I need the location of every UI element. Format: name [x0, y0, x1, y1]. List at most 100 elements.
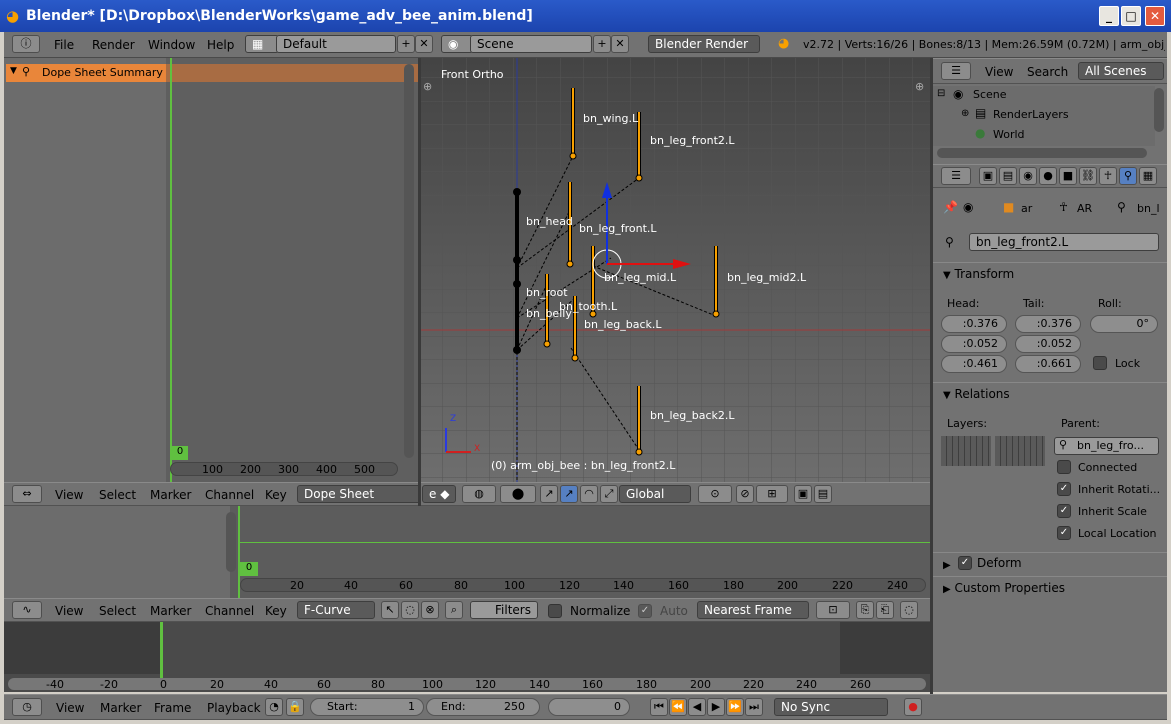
graph-menu-key[interactable]: Key — [265, 604, 287, 618]
graph-mode-select[interactable]: F-Curve — [297, 601, 375, 619]
timeline-menu-frame[interactable]: Frame — [154, 701, 191, 715]
outliner-menu-view[interactable]: View — [985, 65, 1013, 79]
bone-layers-grid-a[interactable] — [941, 436, 991, 466]
dopesheet-menu-key[interactable]: Key — [265, 488, 287, 502]
jump-start-icon[interactable]: ⏮ — [650, 698, 668, 716]
ghost-curves-icon[interactable]: ◌ — [900, 601, 918, 619]
local-location-checkbox[interactable]: ✓ — [1057, 526, 1071, 540]
add-scene-icon[interactable]: + — [593, 35, 611, 53]
roll-field[interactable]: 0° — [1090, 315, 1158, 333]
connected-checkbox[interactable] — [1057, 460, 1071, 474]
outliner-menu-search[interactable]: Search — [1027, 65, 1068, 79]
tab-layers-icon[interactable]: ▤ — [999, 167, 1017, 185]
transform-panel-header[interactable]: ▼ Transform — [933, 262, 1167, 284]
region-toggle-icon[interactable]: ⊕ — [915, 80, 924, 93]
record-icon[interactable]: ● — [904, 698, 922, 716]
copy-keys-icon[interactable]: ⎘ — [856, 601, 874, 619]
tab-scene-icon[interactable]: ◉ — [1019, 167, 1037, 185]
add-screen-icon[interactable]: + — [397, 35, 415, 53]
outliner-item-scene[interactable]: Scene — [973, 88, 1007, 101]
scale-manipulator-icon[interactable]: ⤢ — [600, 485, 618, 503]
bone-name-field[interactable]: bn_leg_front2.L — [969, 233, 1159, 251]
scene-icon[interactable]: ◉ — [441, 35, 473, 53]
rotate-manipulator-icon[interactable]: ◠ — [580, 485, 598, 503]
tab-render-icon[interactable]: ▣ — [979, 167, 997, 185]
graph-current-frame-line[interactable] — [160, 622, 163, 678]
tab-constraints-icon[interactable]: ⛓ — [1079, 167, 1097, 185]
dopesheet-vscrollbar[interactable] — [404, 64, 414, 458]
pivot-point-icon[interactable]: ⬤ — [500, 485, 536, 503]
editor-type-timeline-icon[interactable]: ◷ — [12, 698, 42, 716]
timeline-menu-marker[interactable]: Marker — [100, 701, 141, 715]
outliner-hscrollbar[interactable] — [937, 148, 1147, 158]
tab-object-icon[interactable]: ■ — [1059, 167, 1077, 185]
start-frame-field[interactable]: Start: 1 — [310, 698, 424, 716]
editor-type-properties-icon[interactable]: ☰ — [941, 167, 971, 185]
scene-select[interactable]: Scene — [470, 35, 592, 53]
menu-window[interactable]: Window — [148, 38, 195, 52]
dopesheet-menu-marker[interactable]: Marker — [150, 488, 191, 502]
jump-prev-key-icon[interactable]: ⏪ — [669, 698, 687, 716]
timeline-hscrollbar[interactable] — [240, 578, 926, 592]
end-frame-field[interactable]: End: 250 — [426, 698, 540, 716]
timeline-vscrollbar[interactable] — [226, 512, 236, 572]
editor-type-graph-icon[interactable]: ∿ — [12, 601, 42, 619]
tab-texture-icon[interactable]: ▦ — [1139, 167, 1157, 185]
timeline-region[interactable]: 0 20 40 60 80 100 120 140 160 180 200 22… — [4, 506, 930, 598]
preview-range-icon[interactable]: ◔ — [265, 698, 283, 716]
graph-menu-marker[interactable]: Marker — [150, 604, 191, 618]
editor-type-info-icon[interactable]: ⓘ — [12, 35, 40, 53]
area-divider[interactable] — [418, 58, 421, 506]
graph-menu-view[interactable]: View — [55, 604, 83, 618]
play-reverse-icon[interactable]: ◀ — [688, 698, 706, 716]
editor-type-dopesheet-icon[interactable]: ⇔ — [12, 485, 42, 503]
lock-range-icon[interactable]: 🔒 — [286, 698, 304, 716]
dopesheet-keyframe-region[interactable]: 0 100 200 300 400 500 — [166, 58, 418, 482]
jump-end-icon[interactable]: ⏭ — [745, 698, 763, 716]
inherit-scale-checkbox[interactable]: ✓ — [1057, 504, 1071, 518]
menu-help[interactable]: Help — [207, 38, 234, 52]
maximize-button[interactable]: □ — [1121, 6, 1141, 26]
tab-armature-icon[interactable]: ☥ — [1099, 167, 1117, 185]
graph-menu-channel[interactable]: Channel — [205, 604, 254, 618]
dopesheet-mode-select[interactable]: Dope Sheet — [297, 485, 421, 503]
menu-render[interactable]: Render — [92, 38, 135, 52]
bone-layers-grid-b[interactable] — [995, 436, 1045, 466]
custom-properties-panel-header[interactable]: ▶ Custom Properties — [933, 576, 1167, 598]
shading-select-icon[interactable]: ◍ — [462, 485, 496, 503]
dopesheet-menu-channel[interactable]: Channel — [205, 488, 254, 502]
menu-file[interactable]: File — [54, 38, 74, 52]
render-still-icon[interactable]: ▣ — [794, 485, 812, 503]
close-button[interactable]: ✕ — [1145, 6, 1165, 26]
tab-bone-icon[interactable]: ⚲ — [1119, 167, 1137, 185]
outliner-filter-select[interactable]: All Scenes — [1078, 62, 1164, 80]
dopesheet-menu-select[interactable]: Select — [99, 488, 136, 502]
deform-checkbox[interactable]: ✓ — [958, 556, 972, 570]
auto-snap-select[interactable]: Nearest Frame — [697, 601, 809, 619]
only-selected-icon[interactable]: ↖ — [381, 601, 399, 619]
render-engine-select[interactable]: Blender Render — [648, 35, 760, 53]
normalize-checkbox[interactable] — [548, 604, 562, 618]
expand-icon[interactable]: ⊕ — [961, 108, 969, 119]
tail-y-field[interactable]: :0.052 — [1015, 335, 1081, 353]
paste-keys-icon[interactable]: ⎗ — [876, 601, 894, 619]
graph-menu-select[interactable]: Select — [99, 604, 136, 618]
translate-manipulator-icon[interactable]: ↗ — [560, 485, 578, 503]
transform-orientation-select[interactable]: Global — [619, 485, 691, 503]
region-toggle-icon[interactable]: ⊕ — [423, 80, 432, 93]
viewport-mode-select[interactable]: e ◆ — [422, 485, 456, 503]
collapse-icon[interactable]: ⊟ — [937, 88, 945, 99]
tail-x-field[interactable]: :0.376 — [1015, 315, 1081, 333]
search-icon[interactable]: ⌕ — [445, 601, 463, 619]
screen-layout-select[interactable]: Default — [276, 35, 396, 53]
tail-z-field[interactable]: :0.661 — [1015, 355, 1081, 373]
relations-panel-header[interactable]: ▼ Relations — [933, 382, 1167, 404]
play-icon[interactable]: ▶ — [707, 698, 725, 716]
head-x-field[interactable]: :0.376 — [941, 315, 1007, 333]
area-divider[interactable] — [930, 58, 933, 694]
pivot-icon[interactable]: ⊡ — [816, 601, 850, 619]
remove-scene-icon[interactable]: ✕ — [611, 35, 629, 53]
manipulator-toggle-icon[interactable]: ↗ — [540, 485, 558, 503]
auto-checkbox[interactable]: ✓ — [638, 604, 652, 618]
remove-screen-icon[interactable]: ✕ — [415, 35, 433, 53]
